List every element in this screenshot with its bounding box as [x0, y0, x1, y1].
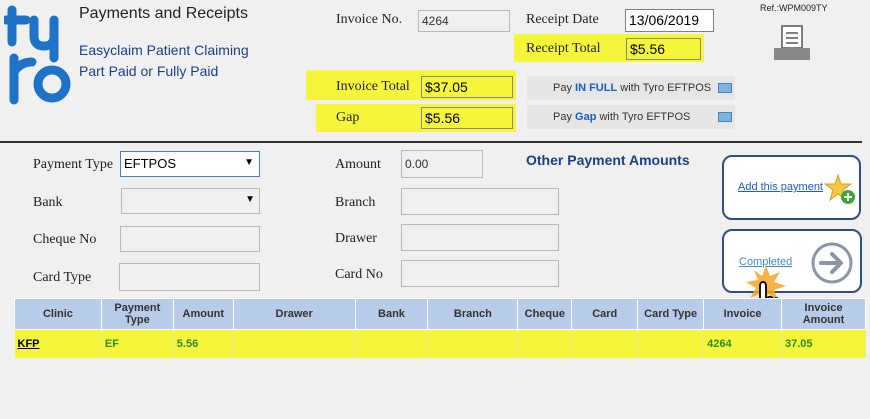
dropdown-arrow-icon: ▼ [244, 157, 254, 168]
add-payment-button[interactable]: Add this payment [722, 155, 861, 220]
invoice-no-field: 4264 [418, 10, 510, 32]
printer-icon[interactable] [772, 24, 812, 62]
cell-payment-type: EF [101, 329, 174, 358]
cheque-no-input[interactable] [120, 226, 260, 252]
pay-gap-tyro-button[interactable]: Pay Gap with Tyro EFTPOS [527, 105, 735, 129]
other-payment-amounts-heading: Other Payment Amounts [526, 152, 690, 168]
card-type-input[interactable] [119, 263, 260, 291]
col-header-invoice[interactable]: Invoice [703, 298, 782, 330]
cell-bank [355, 329, 429, 358]
cell-card [571, 329, 639, 358]
col-header-card-type[interactable]: Card Type [637, 298, 705, 330]
col-header-invoice-amount[interactable]: Invoice Amount [781, 298, 866, 330]
subtitle-payment-mode: Part Paid or Fully Paid [79, 63, 219, 79]
col-header-clinic[interactable]: Clinic [14, 298, 102, 330]
star-add-icon [824, 173, 855, 204]
section-divider [0, 141, 862, 143]
branch-label: Branch [335, 195, 376, 210]
cell-cheque [517, 329, 573, 358]
col-header-payment-type[interactable]: Payment Type [100, 298, 174, 330]
cell-branch [427, 329, 519, 358]
cell-invoice: 4264 [703, 329, 782, 358]
cell-amount: 5.56 [173, 329, 234, 358]
col-header-branch[interactable]: Branch [427, 298, 519, 330]
col-header-card[interactable]: Card [571, 298, 639, 330]
arrow-right-icon [811, 242, 853, 284]
table-header-row: Clinic Payment Type Amount Drawer Bank B… [14, 298, 866, 330]
add-payment-label: Add this payment [738, 181, 823, 193]
cell-drawer [233, 329, 356, 358]
table-row[interactable]: KFP EF 5.56 4264 37.05 [14, 329, 866, 358]
payment-type-select[interactable]: EFTPOS ▼ [120, 151, 260, 177]
page-title: Payments and Receipts [79, 5, 248, 22]
invoice-total-label: Invoice Total [336, 79, 410, 94]
subtitle-easyclaim: Easyclaim Patient Claiming [79, 42, 249, 58]
bank-select[interactable]: ▼ [121, 188, 260, 214]
payments-table: Clinic Payment Type Amount Drawer Bank B… [14, 298, 866, 358]
cell-invoice-amount: 37.05 [781, 329, 866, 358]
cell-card-type [637, 329, 705, 358]
card-no-label: Card No [335, 267, 383, 282]
receipt-date-label: Receipt Date [526, 12, 599, 27]
receipt-total-label: Receipt Total [526, 41, 601, 56]
bank-label: Bank [33, 195, 63, 210]
receipt-total-value: $5.56 [626, 38, 701, 60]
drawer-input[interactable] [401, 224, 559, 251]
gap-label: Gap [336, 110, 360, 125]
branch-input[interactable] [401, 188, 559, 215]
tyro-logo [4, 5, 71, 105]
card-no-input[interactable] [401, 260, 559, 287]
col-header-bank[interactable]: Bank [354, 298, 429, 330]
payment-type-label: Payment Type [33, 157, 114, 172]
invoice-total-value: $37.05 [421, 76, 513, 98]
card-icon [718, 83, 732, 93]
cheque-no-label: Cheque No [33, 232, 97, 247]
drawer-label: Drawer [335, 231, 377, 246]
invoice-no-label: Invoice No. [336, 12, 403, 27]
card-type-label: Card Type [33, 270, 92, 285]
gap-value: $5.56 [421, 107, 513, 129]
col-header-cheque[interactable]: Cheque [517, 298, 573, 330]
cell-clinic[interactable]: KFP [14, 329, 102, 358]
receipt-date-field[interactable]: 13/06/2019 [625, 9, 714, 32]
amount-input[interactable]: 0.00 [401, 150, 483, 178]
col-header-amount[interactable]: Amount [172, 298, 234, 330]
dropdown-arrow-icon: ▼ [245, 194, 255, 205]
amount-label: Amount [335, 157, 381, 172]
reference-code: Ref.:WPM009TY [760, 3, 828, 13]
pay-in-full-tyro-button[interactable]: Pay IN FULL with Tyro EFTPOS [527, 76, 735, 100]
card-icon [718, 112, 732, 122]
col-header-drawer[interactable]: Drawer [232, 298, 356, 330]
